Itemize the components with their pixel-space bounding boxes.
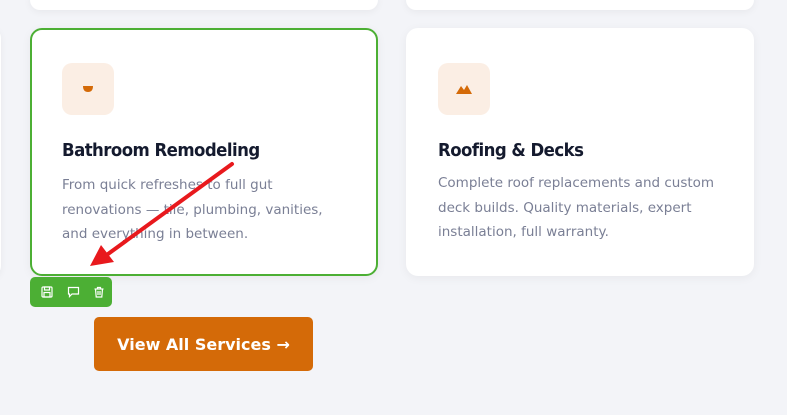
roof-icon [438, 63, 490, 115]
description-line: Complete roof replacements and custom [438, 175, 715, 191]
delete-icon[interactable] [89, 282, 109, 302]
bathroom-icon [62, 63, 114, 115]
description-line: deck builds. Quality materials, expert [438, 199, 692, 216]
previous-card-edge [0, 28, 1, 276]
description-line: and everything in between. [62, 226, 249, 242]
description-line: From quick refreshes to full gut [62, 177, 273, 193]
comment-icon[interactable] [63, 282, 83, 302]
service-card-roofing[interactable]: Roofing & Decks Complete roof replacemen… [406, 28, 754, 276]
card-description: From quick refreshes to full gut renovat… [62, 173, 323, 247]
description-line: installation, full warranty. [438, 224, 609, 240]
view-all-services-button[interactable]: View All Services → [94, 317, 313, 371]
card-description: Complete roof replacements and custom de… [438, 171, 714, 245]
previous-row-card-right [406, 0, 754, 10]
card-title: Bathroom Remodeling [62, 140, 260, 161]
save-icon[interactable] [37, 282, 57, 302]
card-title: Roofing & Decks [438, 140, 584, 161]
previous-row-card-left [30, 0, 378, 10]
element-editor-toolbar [30, 277, 112, 307]
service-card-bathroom[interactable]: Bathroom Remodeling From quick refreshes… [30, 28, 378, 276]
description-line: renovations — tile, plumbing, vanities, [62, 201, 323, 218]
